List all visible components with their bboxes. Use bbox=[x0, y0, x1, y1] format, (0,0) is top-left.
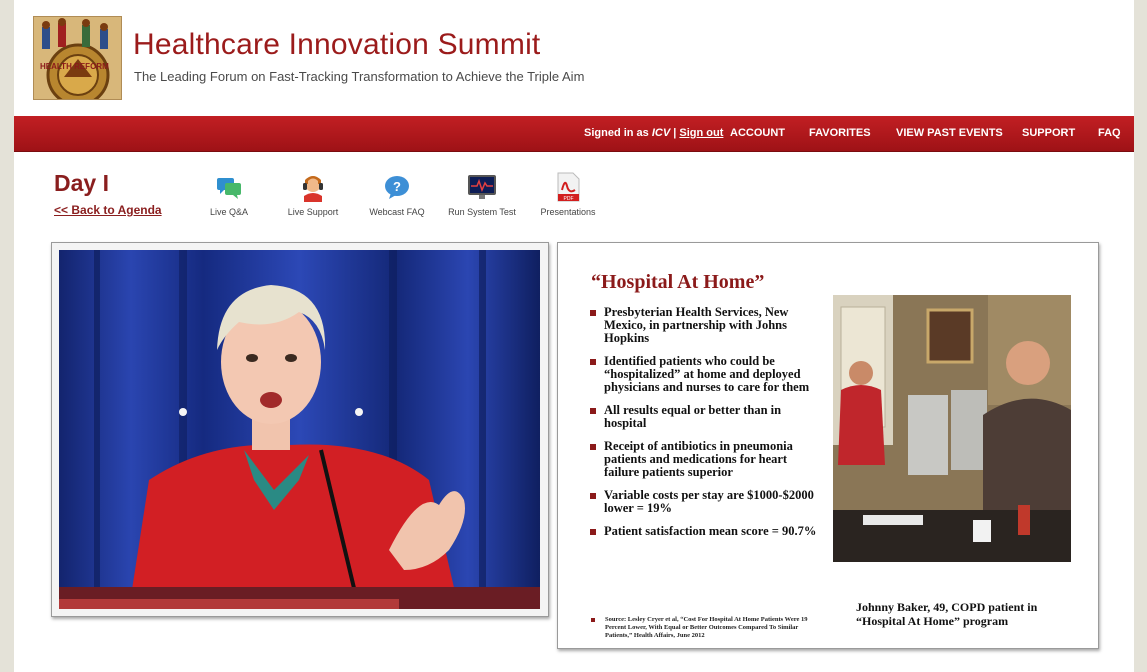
slide-photo-caption: Johnny Baker, 49, COPD patient in “Hospi… bbox=[856, 600, 1038, 628]
help-bubble-icon: ? bbox=[385, 176, 409, 199]
video-stream[interactable] bbox=[59, 250, 540, 609]
svg-text:?: ? bbox=[393, 179, 401, 194]
slide-viewer[interactable]: “Hospital At Home” Presbyterian Health S… bbox=[557, 242, 1099, 649]
patient-photo-image bbox=[833, 295, 1071, 562]
nav-support[interactable]: SUPPORT bbox=[1022, 127, 1075, 139]
main-navbar: Signed in as ICV | Sign out ACCOUNT FAVO… bbox=[14, 116, 1134, 152]
webcast-faq-button[interactable]: ? Webcast FAQ bbox=[355, 172, 439, 217]
speaker-video-frame bbox=[59, 250, 540, 609]
presentations-label: Presentations bbox=[540, 207, 596, 217]
signed-in-status: Signed in as ICV | Sign out bbox=[584, 127, 723, 139]
live-support-button[interactable]: Live Support bbox=[271, 172, 355, 217]
logo-artwork-icon: HEALTH REFORM bbox=[34, 17, 121, 99]
site-tagline: The Leading Forum on Fast-Tracking Trans… bbox=[134, 69, 585, 84]
presentations-button[interactable]: PDF Presentations bbox=[526, 172, 610, 217]
slide-patient-photo bbox=[833, 295, 1071, 562]
slide-title: “Hospital At Home” bbox=[591, 271, 765, 293]
page: HEALTH REFORM Healthcare Innovation Summ… bbox=[14, 0, 1134, 672]
nav-account[interactable]: ACCOUNT bbox=[730, 127, 785, 139]
slide-source-citation: Source: Lesley Cryer et al, “Cost For Ho… bbox=[591, 616, 820, 640]
monitor-pulse-icon bbox=[468, 175, 496, 199]
slide-bullet: Identified patients who could be “hospit… bbox=[590, 355, 820, 394]
nav-view-past-events[interactable]: VIEW PAST EVENTS bbox=[896, 127, 1003, 139]
live-support-label: Live Support bbox=[287, 207, 339, 217]
slide-bullet-list: Presbyterian Health Services, New Mexico… bbox=[590, 306, 820, 548]
sign-out-link[interactable]: Sign out bbox=[679, 127, 723, 139]
username: ICV bbox=[651, 127, 671, 139]
chat-bubbles-icon bbox=[217, 178, 241, 199]
svg-text:HEALTH REFORM: HEALTH REFORM bbox=[40, 62, 109, 71]
summit-logo[interactable]: HEALTH REFORM bbox=[33, 16, 122, 100]
svg-text:PDF: PDF bbox=[564, 196, 574, 202]
site-title: Healthcare Innovation Summit bbox=[133, 28, 541, 61]
pdf-icon: PDF bbox=[557, 172, 580, 202]
run-system-test-label: Run System Test bbox=[448, 207, 516, 217]
signed-in-label: Signed in as bbox=[584, 127, 652, 139]
slide-bullet: All results equal or better than in hosp… bbox=[590, 404, 820, 430]
webcast-faq-label: Webcast FAQ bbox=[369, 207, 425, 217]
back-to-agenda-link[interactable]: << Back to Agenda bbox=[54, 203, 162, 217]
headset-agent-icon bbox=[303, 176, 323, 202]
slide-bullet: Presbyterian Health Services, New Mexico… bbox=[590, 306, 820, 345]
day-title: Day I bbox=[54, 170, 109, 196]
slide-bullet: Patient satisfaction mean score = 90.7% bbox=[590, 525, 820, 538]
nav-favorites[interactable]: FAVORITES bbox=[809, 127, 871, 139]
run-system-test-button[interactable]: Run System Test bbox=[440, 172, 524, 217]
slide-bullet: Variable costs per stay are $1000-$2000 … bbox=[590, 489, 820, 515]
video-player[interactable] bbox=[51, 242, 549, 617]
slide-bullet: Receipt of antibiotics in pneumonia pati… bbox=[590, 440, 820, 479]
live-qa-label: Live Q&A bbox=[209, 207, 249, 217]
nav-faq[interactable]: FAQ bbox=[1098, 127, 1121, 139]
live-qa-button[interactable]: Live Q&A bbox=[187, 172, 271, 217]
